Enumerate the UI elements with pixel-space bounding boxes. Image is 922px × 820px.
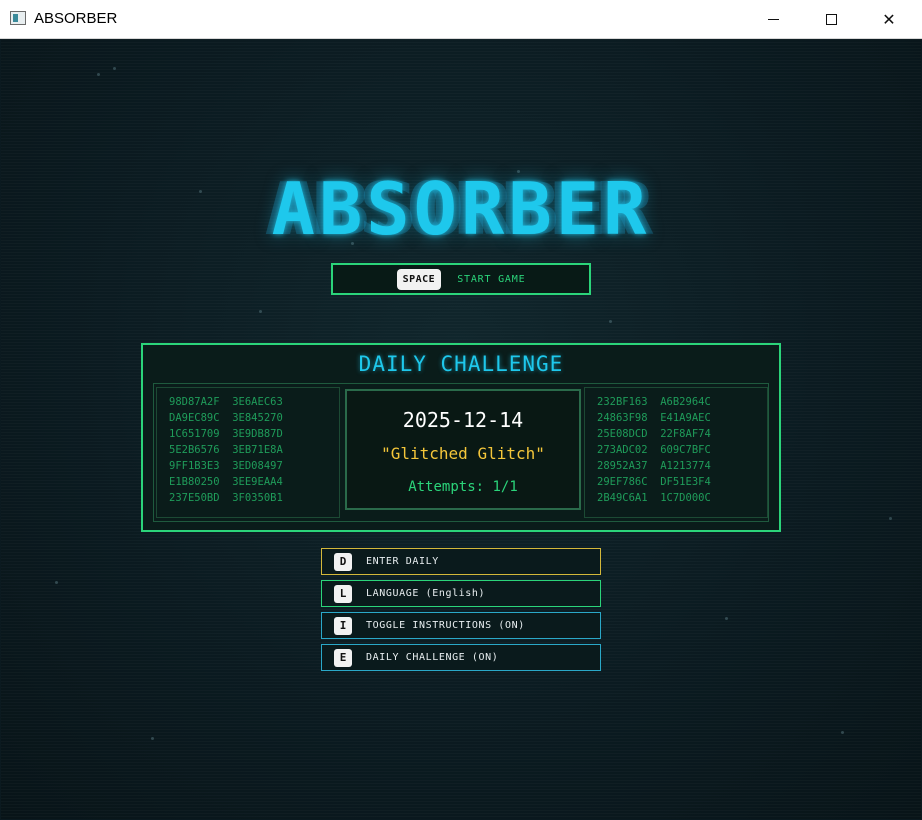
daily-challenge-name: "Glitched Glitch" <box>381 444 545 463</box>
title-bar: ABSORBER ✕ <box>0 0 922 39</box>
close-icon: ✕ <box>882 9 896 29</box>
e-keycap: E <box>334 648 352 667</box>
hex-line: 9FF1B3E3 3ED08497 <box>169 460 283 472</box>
d-keycap: D <box>334 552 352 571</box>
hex-line: 273ADC02 609C7BFC <box>597 444 711 456</box>
background-star <box>259 310 262 313</box>
menu-label: LANGUAGE (English) <box>366 588 486 599</box>
background-star <box>113 67 116 70</box>
maximize-icon <box>825 13 837 25</box>
hex-line: 237E50BD 3F0350B1 <box>169 492 283 504</box>
background-star <box>841 731 844 734</box>
close-button[interactable]: ✕ <box>866 0 912 38</box>
space-keycap: SPACE <box>396 268 442 290</box>
start-game-label: START GAME <box>457 273 526 285</box>
game-canvas[interactable]: ABSORBER SPACE START GAME DAILY CHALLENG… <box>1 39 921 819</box>
hex-line: 29EF786C DF51E3F4 <box>597 476 711 488</box>
minimize-button[interactable] <box>750 0 796 38</box>
background-star <box>151 737 154 740</box>
daily-challenge-title: DAILY CHALLENGE <box>358 352 564 376</box>
background-star <box>725 617 728 620</box>
daily-attempts: Attempts: 1/1 <box>408 479 518 495</box>
hex-line: DA9EC89C 3E845270 <box>169 412 283 424</box>
game-logo: ABSORBER <box>271 167 651 251</box>
hex-line: 5E2B6576 3EB71E8A <box>169 444 283 456</box>
menu-label: ENTER DAILY <box>366 556 439 567</box>
hex-dump-left: 98D87A2F 3E6AEC63 DA9EC89C 3E845270 1C65… <box>156 387 340 518</box>
app-icon <box>10 11 26 25</box>
window-title: ABSORBER <box>34 10 118 27</box>
hex-line: 25E08DCD 22F8AF74 <box>597 428 711 440</box>
daily-challenge-inner: 98D87A2F 3E6AEC63 DA9EC89C 3E845270 1C65… <box>153 383 769 522</box>
l-keycap: L <box>334 584 352 603</box>
minimize-icon <box>767 18 779 20</box>
i-keycap: I <box>334 616 352 635</box>
hex-line: 98D87A2F 3E6AEC63 <box>169 396 283 408</box>
hex-line: E1B80250 3EE9EAA4 <box>169 476 283 488</box>
daily-date: 2025-12-14 <box>402 408 524 432</box>
menu-enter-daily[interactable]: D ENTER DAILY <box>321 548 601 575</box>
menu-label: TOGGLE INSTRUCTIONS (ON) <box>366 620 525 631</box>
maximize-button[interactable] <box>808 0 854 38</box>
daily-info-box: 2025-12-14 "Glitched Glitch" Attempts: 1… <box>345 389 581 510</box>
background-star <box>55 581 58 584</box>
hex-line: 28952A37 A1213774 <box>597 460 711 472</box>
menu-language[interactable]: L LANGUAGE (English) <box>321 580 601 607</box>
menu-label: DAILY CHALLENGE (ON) <box>366 652 499 663</box>
hex-line: 1C651709 3E9DB87D <box>169 428 283 440</box>
background-star <box>609 320 612 323</box>
hex-dump-right: 232BF163 A6B2964C 24863F98 E41A9AEC 25E0… <box>584 387 768 518</box>
hex-line: 232BF163 A6B2964C <box>597 396 711 408</box>
daily-challenge-panel: DAILY CHALLENGE 98D87A2F 3E6AEC63 DA9EC8… <box>141 343 781 532</box>
background-star <box>889 517 892 520</box>
menu-toggle-instructions[interactable]: I TOGGLE INSTRUCTIONS (ON) <box>321 612 601 639</box>
menu-daily-challenge-toggle[interactable]: E DAILY CHALLENGE (ON) <box>321 644 601 671</box>
background-star <box>97 73 100 76</box>
hex-line: 24863F98 E41A9AEC <box>597 412 711 424</box>
start-game-button[interactable]: SPACE START GAME <box>331 263 591 295</box>
hex-line: 2B49C6A1 1C7D000C <box>597 492 711 504</box>
